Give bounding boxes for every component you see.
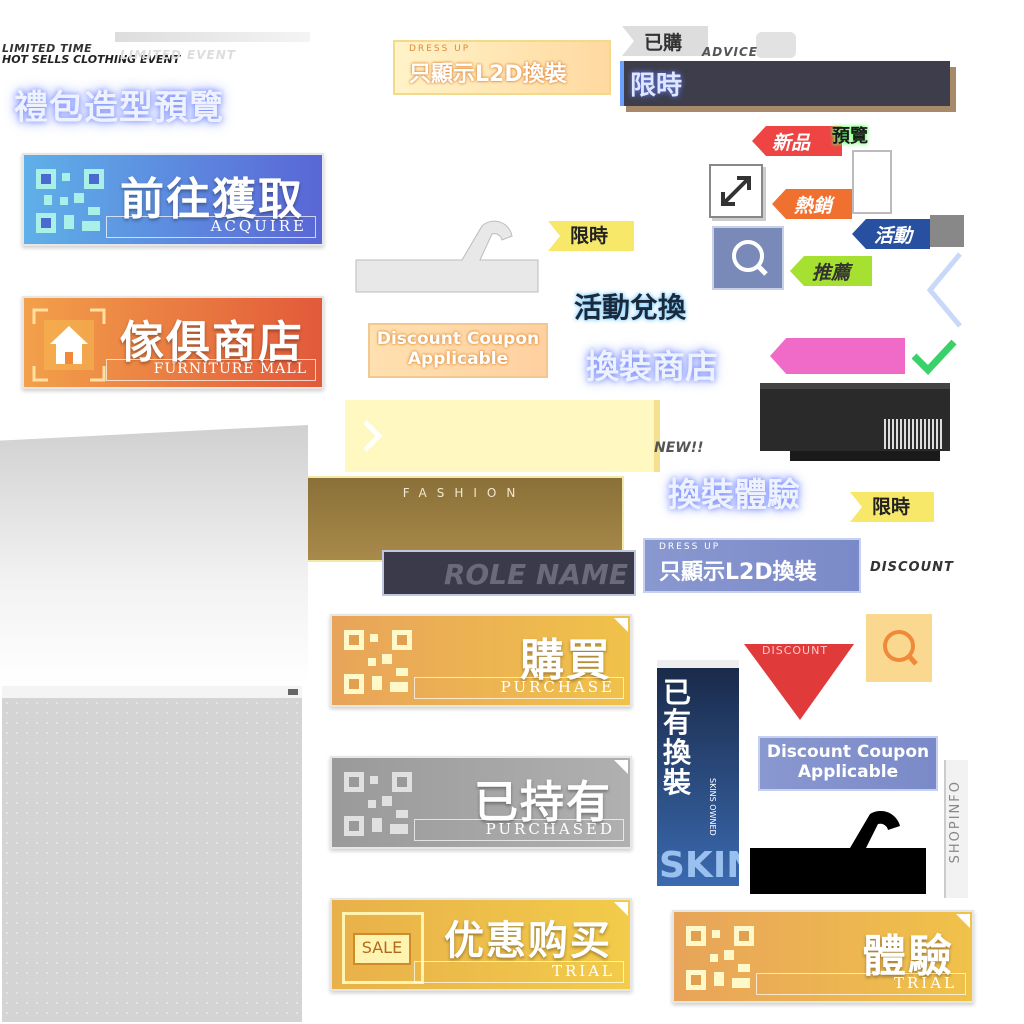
qr-icon [36,169,104,233]
gift-preview-title: 禮包造型預覽 [14,88,224,128]
shopinfo-strip: SHOPINFO [944,760,968,898]
skins-big-label: SKINS [659,845,739,886]
preview-frame [852,150,892,214]
coupon1-line2: Applicable [407,349,509,369]
coupon2-line2: Applicable [797,762,899,782]
purchased-tag-label: 已購 [644,32,683,54]
purchased-tag: 已購 [622,26,708,56]
limited-bar: 限時 [620,61,950,106]
discount-coupon-tag-1: Discount Coupon Applicable [368,323,548,378]
trial-button[interactable]: 體驗 TRIAL [672,910,974,1003]
event-header-bar [115,32,310,42]
limited-tag-2: 限時 [850,492,934,522]
preview-tag: 預覽 [832,126,868,147]
advice-label: ADVICE [702,45,759,59]
trial-sub: TRIAL [756,973,966,995]
sale-label: 优惠购买 [444,917,612,964]
event-ghost-text: LIMITED EVENT [120,48,236,62]
coupon2-line1: Discount Coupon [766,742,930,762]
coupon1-line1: Discount Coupon [376,329,540,349]
dress-up-label: 只顯示L2D換裝 [409,62,567,87]
search-button-gold[interactable] [866,614,932,682]
discount-coupon-tag-2: Discount Coupon Applicable [758,736,938,791]
sale-badge: SALE [342,912,424,984]
new-tag-label: 新品 [772,132,811,154]
new-badge: NEW!! [654,440,704,456]
discount-triangle-label: DISCOUNT [762,644,829,657]
skins-vertical-label: 已有換裝 [663,676,692,799]
recommend-tag-label: 推薦 [812,262,851,284]
expand-icon [721,176,751,206]
furniture-sub: FURNITURE MALL [106,359,316,381]
check-icon [911,339,957,376]
search-icon [732,240,768,276]
owned-sub: PURCHASED [414,819,624,841]
search-icon [883,630,918,666]
sale-badge-label: SALE [353,933,411,965]
outfit-trial-title: 換裝體驗 [668,475,800,514]
hot-tag-label: 熱銷 [794,195,833,217]
purchase-sub: PURCHASE [414,677,624,699]
chevron-right-icon [363,420,383,452]
limited-tag-2-label: 限時 [872,496,911,518]
role-name-plate: ROLE NAME [382,550,636,596]
hanger-icon [750,810,926,894]
owned-button: 已持有 PURCHASED [330,756,632,849]
expand-button[interactable] [709,164,763,218]
limited-bar-label: 限時 [630,71,683,101]
dress-up-l2d-toggle-mid[interactable]: DRESS UP 只顯示L2D換裝 [643,538,861,593]
hanger-icon [355,220,539,293]
dress-up-l2d-toggle-top[interactable]: DRESS UP 只顯示L2D換裝 [393,40,611,95]
chevron-left-icon [926,252,962,328]
close-icon[interactable] [288,689,298,695]
qr-icon [344,630,412,694]
dress-up-mid-small: DRESS UP [659,542,721,552]
search-button[interactable] [712,226,784,290]
limited-tag-1: 限時 [548,221,634,251]
skins-owned-panel: 已有換裝 SKINS OWNED SKINS [657,660,739,886]
acquire-sub: ACQUIRE [106,216,316,238]
purchase-button[interactable]: 購買 PURCHASE [330,614,632,707]
acquire-button[interactable]: 前往獲取 ACQUIRE [22,153,324,246]
discount-purchase-button[interactable]: SALE 优惠购买 TRIAL [330,898,632,991]
discount-label: DISCOUNT [870,560,954,575]
event-tag-label: 活動 [874,225,913,247]
event-exchange-title: 活動兌換 [574,291,687,324]
barcode [884,419,942,449]
barcode-panel [760,383,950,451]
dotted-panel [2,686,302,1022]
home-icon [32,308,106,382]
dress-up-mid-label: 只顯示L2D換裝 [659,560,817,585]
gray-square [930,215,964,247]
advice-ghost-box [756,32,796,58]
dress-up-small: DRESS UP [409,44,471,54]
fashion-label: FASHION [402,486,526,500]
qr-icon [686,926,754,990]
shopinfo-label: SHOPINFO [948,780,963,864]
role-name-label: ROLE NAME [443,558,628,591]
outfit-shop-title: 換裝商店 [586,347,718,386]
limited-tag-1-label: 限時 [570,225,609,247]
sale-sub: TRIAL [414,961,624,983]
pink-tag [770,338,905,374]
qr-icon [344,772,412,836]
gradient-panel [0,425,308,685]
skins-small-label: SKINS OWNED [708,778,717,836]
furniture-mall-button[interactable]: 傢俱商店 FURNITURE MALL [22,296,324,389]
yellow-arrow-banner [345,400,660,472]
barcode-base [790,451,940,461]
